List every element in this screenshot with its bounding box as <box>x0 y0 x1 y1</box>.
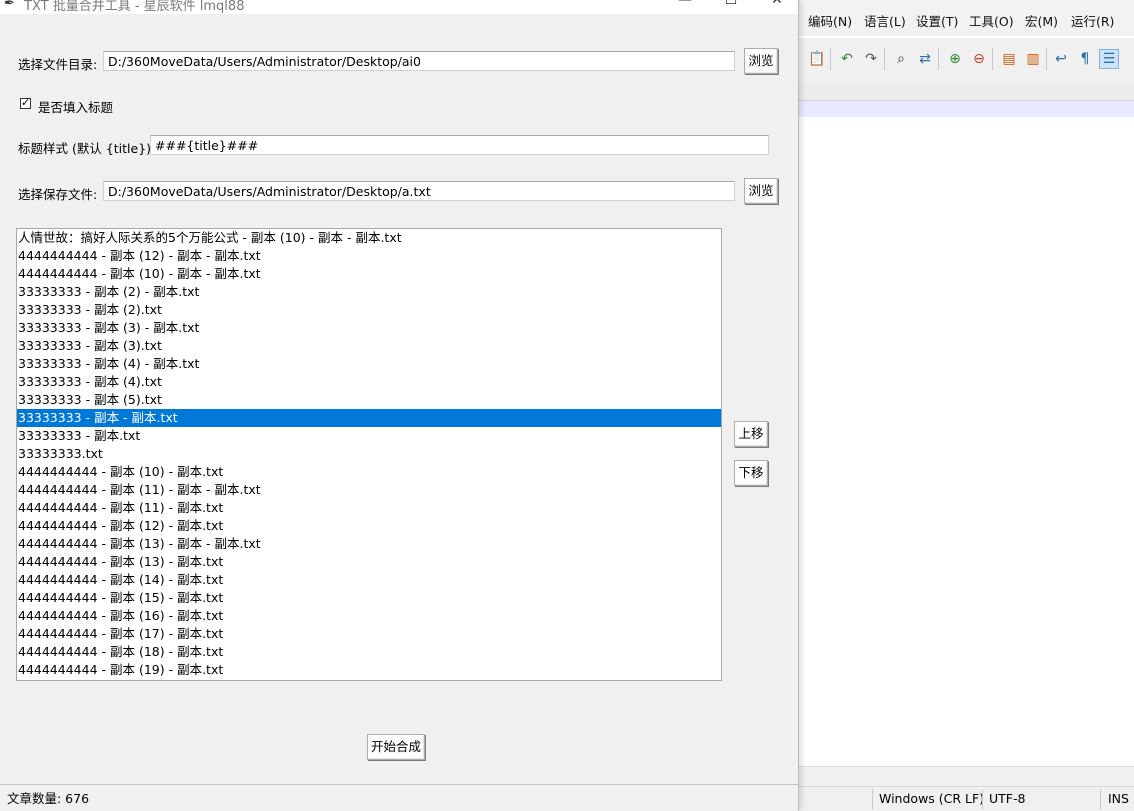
dialog-title: TXT 批量合并工具 - 星辰软件 lmql88 <box>24 0 245 14</box>
save-file-label: 选择保存文件: <box>18 187 98 202</box>
list-item[interactable]: 33333333 - 副本 (3) - 副本.txt <box>17 319 721 337</box>
checkmark-icon: ✓ <box>21 96 31 109</box>
menu-tools[interactable]: 工具(O) <box>969 11 1014 30</box>
editor-horizontal-scrollbar[interactable] <box>798 766 1134 787</box>
toolbar-separator <box>938 48 939 70</box>
insert-title-checkbox[interactable]: ✓ <box>20 96 31 109</box>
sync-vertical-icon[interactable]: ▤ <box>1000 50 1018 68</box>
zoom-in-icon[interactable]: ⊕ <box>946 50 964 68</box>
list-item[interactable]: 4444444444 - 副本 (17) - 副本.txt <box>17 625 721 643</box>
toolbar-separator <box>830 48 831 70</box>
list-item[interactable]: 33333333 - 副本.txt <box>17 427 721 445</box>
list-item[interactable]: 4444444444 - 副本 (11) - 副本 - 副本.txt <box>17 481 721 499</box>
source-dir-label: 选择文件目录: <box>18 57 98 72</box>
toolbar-separator <box>1046 48 1047 70</box>
list-item[interactable]: 33333333 - 副本 (4).txt <box>17 373 721 391</box>
browse-save-button[interactable]: 浏览 <box>744 178 778 204</box>
redo-icon[interactable]: ↷ <box>862 50 880 68</box>
start-merge-button[interactable]: 开始合成 <box>367 734 425 760</box>
word-wrap-icon[interactable]: ↩ <box>1052 50 1070 68</box>
sync-horizontal-icon[interactable]: ▥ <box>1024 50 1042 68</box>
list-item[interactable]: 4444444444 - 副本 (15) - 副本.txt <box>17 589 721 607</box>
list-item[interactable]: 4444444444 - 副本 (18) - 副本.txt <box>17 643 721 661</box>
dialog-status-bar: 文章数量: 676 <box>0 784 798 811</box>
show-all-characters-icon[interactable]: ¶ <box>1076 50 1094 68</box>
move-down-button[interactable]: 下移 <box>734 460 768 486</box>
list-item[interactable]: 人情世故：搞好人际关系的5个万能公式 - 副本 (10) - 副本 - 副本.t… <box>17 229 721 247</box>
toolbar-separator <box>884 48 885 70</box>
source-dir-input[interactable]: D:/360MoveData/Users/Administrator/Deskt… <box>103 51 735 71</box>
list-item[interactable]: 33333333 - 副本 - 副本.txt <box>17 409 721 427</box>
status-line-ending: Windows (CR LF) <box>879 791 985 806</box>
status-separator <box>982 789 983 809</box>
move-up-button[interactable]: 上移 <box>734 421 768 447</box>
title-style-label: 标题样式 (默认 {title}): <box>18 141 156 156</box>
menu-language[interactable]: 语言(L) <box>864 11 906 30</box>
list-item[interactable]: 33333333 - 副本 (4) - 副本.txt <box>17 355 721 373</box>
minimize-button[interactable]: — <box>662 0 708 14</box>
list-item[interactable]: 4444444444 - 副本 (13) - 副本 - 副本.txt <box>17 535 721 553</box>
replace-icon[interactable]: ⇄ <box>916 50 934 68</box>
paste-icon[interactable]: 📋 <box>808 50 826 68</box>
save-file-input[interactable]: D:/360MoveData/Users/Administrator/Deskt… <box>103 181 735 201</box>
status-encoding: UTF-8 <box>989 791 1026 806</box>
insert-title-label[interactable]: 是否填入标题 <box>38 97 113 116</box>
editor-menubar: 编码(N) 语言(L) 设置(T) 工具(O) 宏(M) 运行(R) <box>798 0 1134 36</box>
find-icon[interactable]: ⌕ <box>892 50 910 68</box>
status-insert-mode: INS <box>1108 791 1129 806</box>
list-item[interactable]: 4444444444 - 副本 (12) - 副本.txt <box>17 517 721 535</box>
list-item[interactable]: 4444444444 - 副本 (11) - 副本.txt <box>17 499 721 517</box>
editor-status-bar: Windows (CR LF) UTF-8 INS <box>798 786 1134 811</box>
menu-settings[interactable]: 设置(T) <box>916 11 958 30</box>
list-item[interactable]: 4444444444 - 副本 (10) - 副本 - 副本.txt <box>17 265 721 283</box>
status-separator <box>872 789 873 809</box>
browse-source-button[interactable]: 浏览 <box>744 48 778 74</box>
list-item[interactable]: 33333333.txt <box>17 445 721 463</box>
editor-text-area[interactable] <box>798 117 1134 767</box>
maximize-button[interactable]: ☐ <box>708 0 754 14</box>
list-item[interactable]: 4444444444 - 副本 (13) - 副本.txt <box>17 553 721 571</box>
file-listbox[interactable]: 人情世故：搞好人际关系的5个万能公式 - 副本 (10) - 副本 - 副本.t… <box>16 228 722 681</box>
toolbar-separator <box>992 48 993 70</box>
list-item[interactable]: 33333333 - 副本 (3).txt <box>17 337 721 355</box>
status-separator <box>1100 789 1101 809</box>
zoom-out-icon[interactable]: ⊖ <box>970 50 988 68</box>
merge-tool-dialog: ✒ TXT 批量合并工具 - 星辰软件 lmql88 — ☐ ✕ 选择文件目录:… <box>0 0 799 811</box>
title-style-input[interactable]: ###{title}### <box>150 135 769 155</box>
list-item[interactable]: 33333333 - 副本 (2).txt <box>17 301 721 319</box>
list-item[interactable]: 4444444444 - 副本 (16) - 副本.txt <box>17 607 721 625</box>
list-item[interactable]: 33333333 - 副本 (2) - 副本.txt <box>17 283 721 301</box>
menu-macro[interactable]: 宏(M) <box>1025 11 1058 30</box>
dialog-titlebar[interactable]: ✒ TXT 批量合并工具 - 星辰软件 lmql88 — ☐ ✕ <box>0 0 798 14</box>
close-button[interactable]: ✕ <box>754 0 798 14</box>
undo-icon[interactable]: ↶ <box>838 50 856 68</box>
editor-toolbar: 📋 ↶ ↷ ⌕ ⇄ ⊕ ⊖ ▤ ▥ ↩ ¶ ☰ <box>798 38 1134 83</box>
article-count: 文章数量: 676 <box>7 791 90 806</box>
list-item[interactable]: 4444444444 - 副本 (14) - 副本.txt <box>17 571 721 589</box>
list-item[interactable]: 4444444444 - 副本 (10) - 副本.txt <box>17 463 721 481</box>
menu-run[interactable]: 运行(R) <box>1071 11 1114 30</box>
list-item[interactable]: 4444444444 - 副本 (12) - 副本 - 副本.txt <box>17 247 721 265</box>
list-item[interactable]: 33333333 - 副本 (5).txt <box>17 391 721 409</box>
indent-guide-icon[interactable]: ☰ <box>1099 49 1119 69</box>
list-item[interactable]: 4444444444 - 副本 (19) - 副本.txt <box>17 661 721 679</box>
menu-encoding[interactable]: 编码(N) <box>808 11 852 30</box>
editor-current-line <box>798 101 1134 117</box>
editor-tab-row <box>798 82 1134 101</box>
feather-icon: ✒ <box>4 0 15 11</box>
